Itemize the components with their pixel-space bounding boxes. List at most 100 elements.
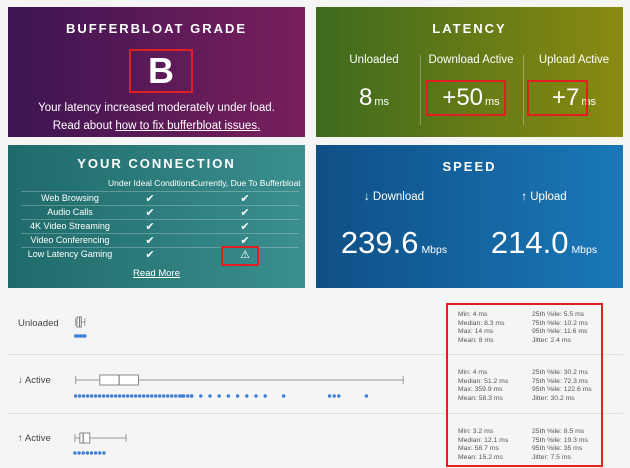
stats-unloaded-right: 25th %ile: 5.5 ms 75th %ile: 10.2 ms 95th … bbox=[532, 311, 588, 344]
row-label-upload-active: ↑ Active bbox=[18, 433, 51, 444]
download-label: ↓ Download bbox=[363, 191, 425, 203]
stats-upload-right: 25th %ile: 8.5 ms 75th %ile: 19.3 ms 95th … bbox=[532, 428, 588, 461]
sample-dot bbox=[134, 394, 138, 398]
grade-description: Your latency increased moderately under … bbox=[38, 102, 275, 114]
latency-unloaded: Unloaded 8 ms bbox=[324, 49, 424, 129]
list-item: 4K Video Streaming ✔ ✔ bbox=[21, 219, 299, 234]
sample-dot bbox=[327, 394, 332, 398]
sample-dot bbox=[97, 394, 102, 398]
stats-download-right: 25th %ile: 30.2 ms 75th %ile: 72.3 ms 95th… bbox=[532, 369, 592, 402]
sample-dot bbox=[81, 394, 86, 398]
speed-card: SPEED ↓ Download 239.6 Mbps ↑ Upload 214.… bbox=[316, 145, 623, 288]
sample-dot bbox=[189, 394, 194, 398]
bufferbloat-grade-card: BUFFERBLOAT GRADE B Your latency increas… bbox=[8, 7, 305, 137]
sample-dot bbox=[235, 394, 240, 398]
sample-dot bbox=[190, 394, 194, 398]
sample-dot bbox=[81, 451, 85, 455]
grade-letter: B bbox=[129, 49, 193, 93]
sample-dot bbox=[122, 394, 126, 398]
sample-dot bbox=[186, 394, 190, 398]
iqr-box bbox=[79, 432, 91, 444]
row-name: Audio Calls bbox=[47, 207, 93, 217]
row-name: Low Latency Gaming bbox=[27, 249, 113, 259]
sample-dot bbox=[113, 394, 118, 398]
row-name: 4K Video Streaming bbox=[30, 221, 110, 231]
read-more-link[interactable]: Read More bbox=[8, 268, 305, 279]
sample-dot bbox=[162, 394, 166, 398]
your-connection-card: YOUR CONNECTION Under Ideal Conditions C… bbox=[8, 145, 305, 288]
sample-dot bbox=[146, 394, 150, 398]
sample-dot bbox=[254, 394, 258, 398]
sample-dot bbox=[93, 394, 98, 398]
sample-dot bbox=[77, 451, 81, 455]
sample-dot bbox=[150, 394, 154, 398]
sample-dot bbox=[226, 394, 231, 398]
highlight-box bbox=[527, 80, 588, 116]
check-icon: ✔ bbox=[240, 221, 250, 233]
sample-dot bbox=[217, 394, 221, 398]
sample-dot bbox=[77, 394, 82, 398]
upload-speed: ↑ Upload 214.0 Mbps bbox=[474, 191, 614, 261]
stats-unloaded-left: Min: 4 ms Median: 8.3 ms Max: 14 ms Mean: 8… bbox=[458, 311, 505, 344]
fix-bufferbloat-link[interactable]: how to fix bufferbloat issues. bbox=[115, 120, 260, 132]
sample-dot bbox=[117, 394, 122, 398]
highlight-box bbox=[426, 80, 506, 116]
check-icon: ✔ bbox=[145, 249, 155, 261]
check-icon: ✔ bbox=[145, 193, 155, 205]
row-name: Web Browsing bbox=[41, 193, 99, 203]
sample-dot bbox=[76, 334, 80, 338]
sample-dot bbox=[170, 394, 174, 398]
row-name: Video Conferencing bbox=[30, 235, 110, 245]
sample-dot bbox=[80, 334, 85, 338]
sample-dot bbox=[73, 334, 78, 338]
grade-link-prefix: Read about bbox=[52, 120, 116, 132]
latency-card-title: LATENCY bbox=[432, 21, 507, 36]
check-icon: ✔ bbox=[240, 207, 250, 219]
latency-unloaded-value: 8 ms bbox=[358, 84, 390, 111]
sample-dot bbox=[83, 334, 87, 338]
row-label-download-active: ↓ Active bbox=[18, 375, 51, 386]
grade-link-line: Read about how to fix bufferbloat issues… bbox=[8, 120, 305, 132]
sample-dot bbox=[85, 451, 90, 455]
check-icon: ✔ bbox=[145, 207, 155, 219]
iqr-box bbox=[76, 316, 82, 328]
sample-dot bbox=[154, 394, 158, 398]
header-ideal: Under Ideal Conditions bbox=[108, 178, 195, 188]
row-label-unloaded: Unloaded bbox=[18, 318, 59, 329]
upload-label: ↑ Upload bbox=[521, 191, 567, 203]
sample-dot bbox=[130, 394, 134, 398]
latency-upload-label: Upload Active bbox=[538, 54, 610, 66]
check-icon: ✔ bbox=[145, 221, 155, 233]
sample-dot bbox=[174, 394, 178, 398]
list-item: Audio Calls ✔ ✔ bbox=[21, 205, 299, 220]
sample-dot bbox=[178, 394, 182, 398]
sample-dot bbox=[109, 394, 114, 398]
sample-dot bbox=[180, 394, 185, 398]
download-value: 239.6 Mbps bbox=[340, 225, 448, 260]
sample-dot bbox=[364, 394, 369, 398]
latency-unloaded-label: Unloaded bbox=[349, 54, 399, 66]
sample-dot bbox=[182, 394, 186, 398]
latency-card: LATENCY Unloaded 8 ms Download Active +50… bbox=[316, 7, 623, 137]
highlight-box bbox=[221, 246, 259, 266]
sample-dot bbox=[102, 451, 106, 455]
sample-dot bbox=[138, 394, 142, 398]
check-icon: ✔ bbox=[145, 235, 155, 247]
list-item: Web Browsing ✔ ✔ bbox=[21, 191, 299, 206]
sample-dot bbox=[332, 394, 336, 398]
check-icon: ✔ bbox=[240, 193, 250, 205]
sample-dot bbox=[105, 394, 110, 398]
upload-value: 214.0 Mbps bbox=[490, 225, 598, 260]
sample-dot bbox=[93, 451, 98, 455]
latency-download-label: Download Active bbox=[428, 54, 514, 66]
sample-dot bbox=[158, 394, 162, 398]
speed-card-title: SPEED bbox=[442, 159, 497, 174]
stats-upload-left: Min: 3.2 ms Median: 12.1 ms Max: 58.7 ms Me… bbox=[458, 428, 509, 461]
sample-dot bbox=[142, 394, 146, 398]
sample-dot bbox=[73, 394, 78, 398]
connection-card-title: YOUR CONNECTION bbox=[77, 156, 236, 171]
sample-dot bbox=[126, 394, 130, 398]
grade-card-title: BUFFERBLOAT GRADE bbox=[65, 21, 248, 36]
sample-dot bbox=[98, 451, 102, 455]
iqr-box bbox=[99, 374, 140, 386]
